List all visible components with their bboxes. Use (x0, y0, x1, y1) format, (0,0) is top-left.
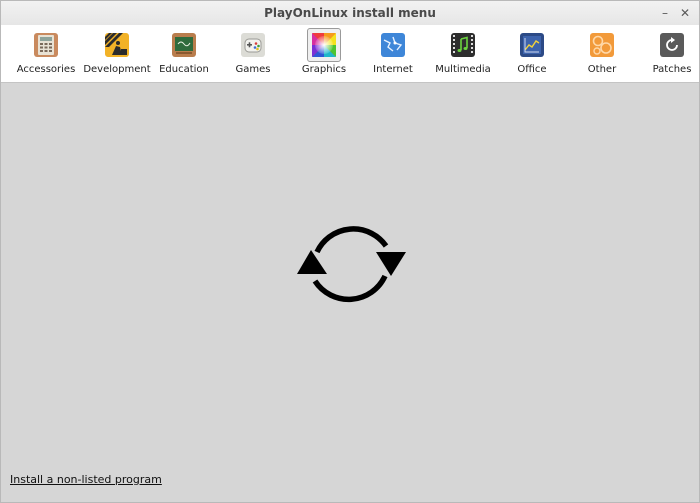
calculator-icon (29, 28, 63, 62)
category-label: Patches (652, 64, 692, 75)
refresh-patch-icon (655, 28, 689, 62)
loading-refresh-icon (295, 215, 407, 311)
minimize-button[interactable]: – (657, 5, 673, 21)
category-multimedia[interactable]: Multimedia (435, 25, 491, 82)
chalkboard-icon (167, 28, 201, 62)
film-music-icon (446, 28, 480, 62)
window-title: PlayOnLinux install menu (264, 6, 436, 20)
category-label: Games (235, 64, 271, 75)
color-palette-icon (307, 28, 341, 62)
install-non-listed-program-link[interactable]: Install a non-listed program (10, 473, 162, 486)
category-patches[interactable]: Patches (649, 25, 695, 82)
install-menu-window: PlayOnLinux install menu – ✕ Accessories (0, 0, 700, 503)
category-label: Multimedia (435, 64, 491, 75)
category-label: Accessories (16, 64, 76, 75)
category-label: Development (83, 64, 151, 75)
category-label: Education (159, 64, 209, 75)
category-label: Office (517, 64, 547, 75)
category-label: Internet (373, 64, 413, 75)
gears-icon (585, 28, 619, 62)
category-graphics[interactable]: Graphics (299, 25, 349, 82)
category-other[interactable]: Other (583, 25, 621, 82)
category-toolbar: Accessories Development Education Games … (1, 25, 699, 83)
category-development[interactable]: Development (83, 25, 151, 82)
category-internet[interactable]: Internet (370, 25, 416, 82)
category-label: Graphics (301, 64, 347, 75)
title-bar: PlayOnLinux install menu – ✕ (1, 1, 699, 26)
chart-document-icon (515, 28, 549, 62)
category-office[interactable]: Office (511, 25, 553, 82)
category-label: Other (587, 64, 617, 75)
category-accessories[interactable]: Accessories (15, 25, 77, 82)
globe-icon (376, 28, 410, 62)
gamepad-icon (236, 28, 270, 62)
category-games[interactable]: Games (230, 25, 276, 82)
close-button[interactable]: ✕ (677, 5, 693, 21)
construction-sign-icon (100, 28, 134, 62)
category-education[interactable]: Education (157, 25, 211, 82)
